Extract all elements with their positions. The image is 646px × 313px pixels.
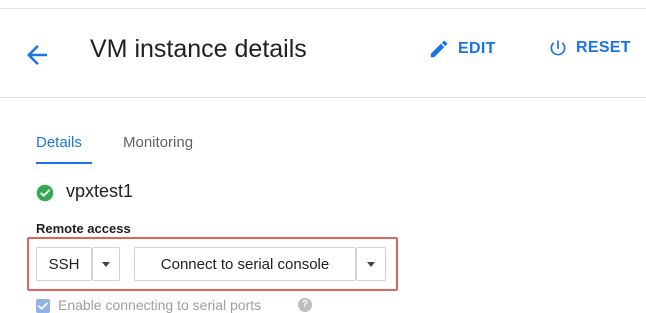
ssh-label: SSH xyxy=(48,255,80,273)
chevron-down-icon xyxy=(367,261,375,267)
tab-monitoring[interactable]: Monitoring xyxy=(123,134,193,151)
pencil-icon xyxy=(430,40,448,58)
header-divider xyxy=(0,97,646,98)
edit-label: EDIT xyxy=(458,40,496,57)
check-circle-icon xyxy=(36,184,54,202)
serial-console-label: Connect to serial console xyxy=(160,255,330,273)
top-divider xyxy=(0,8,646,9)
help-icon[interactable]: ? xyxy=(298,298,312,312)
page-title: VM instance details xyxy=(90,35,307,63)
chevron-down-icon xyxy=(102,261,110,267)
reset-label: RESET xyxy=(576,39,631,56)
serial-console-button[interactable]: Connect to serial console xyxy=(134,247,356,281)
power-icon xyxy=(550,40,566,56)
back-button[interactable] xyxy=(22,40,52,70)
arrow-back-icon xyxy=(27,45,47,65)
edit-button[interactable]: EDIT xyxy=(428,38,496,60)
ssh-dropdown-button[interactable] xyxy=(92,247,120,281)
remote-access-label: Remote access xyxy=(36,221,131,236)
ssh-button[interactable]: SSH xyxy=(36,247,92,281)
instance-name: vpxtest1 xyxy=(66,181,134,201)
reset-button[interactable]: RESET xyxy=(548,38,631,58)
serial-console-dropdown-button[interactable] xyxy=(356,247,386,281)
tab-details[interactable]: Details xyxy=(36,134,82,151)
active-tab-indicator xyxy=(36,162,92,164)
